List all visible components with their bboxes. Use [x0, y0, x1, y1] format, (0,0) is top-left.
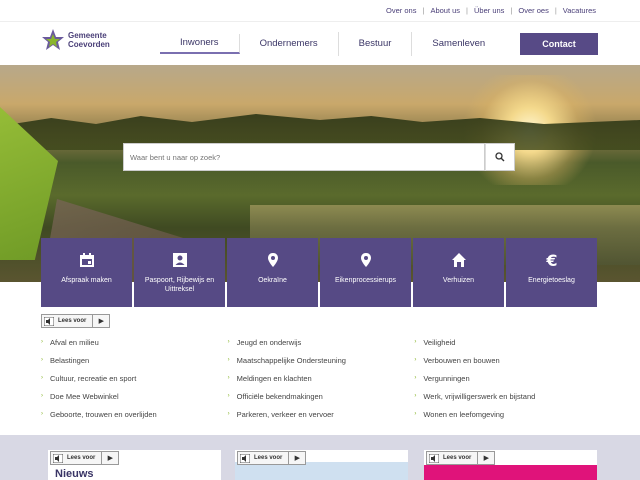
- play-icon[interactable]: ▶: [478, 454, 494, 462]
- lees-voor-label: Lees voor: [441, 452, 479, 464]
- chevron-right-icon: ›: [41, 375, 43, 381]
- tile-label: Paspoort, Rijbewijs en Uittreksel: [144, 277, 215, 293]
- location-pin-icon: [267, 253, 278, 267]
- link-uber-uns[interactable]: Über uns: [474, 6, 504, 15]
- nav-samenleven[interactable]: Samenleven: [412, 32, 505, 56]
- logo-star-icon: [42, 29, 64, 50]
- link-over-oes[interactable]: Over oes: [518, 6, 548, 15]
- link-over-ons[interactable]: Over ons: [386, 6, 416, 15]
- chevron-right-icon: ›: [414, 375, 417, 381]
- chevron-right-icon: ›: [41, 393, 43, 399]
- home-icon: [451, 253, 466, 267]
- chevron-right-icon: ›: [414, 393, 417, 399]
- chevron-right-icon: ›: [227, 375, 230, 381]
- news-card[interactable]: Lees voor ▶ Nieuws: [48, 450, 221, 480]
- chevron-right-icon: ›: [41, 411, 43, 417]
- tile-label: Oekraïne: [258, 277, 287, 284]
- list-item[interactable]: › Geboorte, trouwen en overlijden: [41, 405, 228, 423]
- chevron-right-icon: ›: [414, 339, 417, 345]
- link-about-us[interactable]: About us: [430, 6, 460, 15]
- list-item[interactable]: › Meldingen en klachten: [228, 369, 415, 387]
- tile-oekraine[interactable]: Oekraïne: [227, 238, 318, 307]
- list-item[interactable]: › Cultuur, recreatie en sport: [41, 369, 228, 387]
- svg-text:€: €: [545, 252, 557, 268]
- logo[interactable]: Gemeente Coevorden: [41, 28, 110, 52]
- list-item[interactable]: › Belastingen: [41, 351, 228, 369]
- speaker-icon: [238, 452, 252, 464]
- search-input[interactable]: [123, 143, 485, 171]
- chevron-right-icon: ›: [41, 339, 43, 345]
- list-item[interactable]: › Officiële bekendmakingen: [228, 387, 415, 405]
- nav-ondernemers[interactable]: Ondernemers: [240, 31, 339, 56]
- content-card[interactable]: Lees voor ▶: [424, 450, 597, 480]
- topic-links: › Afval en milieu › Belastingen › Cultuur, …: [41, 333, 601, 423]
- list-item[interactable]: › Parkeren, verkeer en vervoer: [228, 405, 415, 423]
- nav-bestuur[interactable]: Bestuur: [339, 31, 413, 56]
- links-column-1: › Afval en milieu › Belastingen › Cultuur, …: [41, 333, 228, 423]
- quick-tiles: Afspraak maken Paspoort, Rijbewijs en Ui…: [41, 238, 597, 307]
- list-item[interactable]: › Werk, vrijwilligerswerk en bijstand: [414, 387, 601, 405]
- list-item[interactable]: › Doe Mee Webwinkel: [41, 387, 228, 405]
- lees-voor-widget[interactable]: Lees voor ▶: [237, 451, 307, 465]
- chevron-right-icon: ›: [227, 357, 230, 363]
- list-item[interactable]: › Verbouwen en bouwen: [414, 351, 601, 369]
- lees-voor-label: Lees voor: [65, 452, 103, 464]
- speaker-icon: [51, 452, 65, 464]
- play-icon[interactable]: ▶: [289, 454, 305, 462]
- lees-voor-label: Lees voor: [56, 315, 94, 327]
- tile-afspraak[interactable]: Afspraak maken: [41, 238, 132, 307]
- list-item[interactable]: › Vergunningen: [414, 369, 601, 387]
- top-utility-bar: Over ons | About us | Über uns | Over oes | …: [0, 0, 640, 22]
- lees-voor-widget[interactable]: Lees voor ▶: [41, 314, 111, 328]
- contact-button[interactable]: Contact: [520, 33, 598, 55]
- chevron-right-icon: ›: [414, 357, 417, 363]
- tile-label: Afspraak maken: [61, 277, 112, 284]
- chevron-right-icon: ›: [227, 393, 230, 399]
- tile-label: Verhuizen: [442, 277, 475, 284]
- chevron-right-icon: ›: [227, 411, 230, 417]
- main-nav: Inwoners Ondernemers Bestuur Samenleven: [160, 22, 505, 65]
- content-card[interactable]: Lees voor ▶: [235, 450, 408, 480]
- chevron-right-icon: ›: [414, 411, 417, 417]
- nav-inwoners[interactable]: Inwoners: [160, 33, 240, 54]
- link-vacatures[interactable]: Vacatures: [563, 6, 596, 15]
- search-bar: [123, 143, 515, 171]
- tile-eikenprocessierups[interactable]: Eikenprocessierups: [320, 238, 411, 307]
- tile-energietoeslag[interactable]: € Energietoeslag: [506, 238, 597, 307]
- id-card-icon: [172, 253, 187, 267]
- chevron-right-icon: ›: [227, 339, 230, 345]
- search-icon: [495, 152, 505, 162]
- list-item[interactable]: › Veiligheid: [414, 333, 601, 351]
- list-item[interactable]: › Maatschappelijke Ondersteuning: [228, 351, 415, 369]
- search-button[interactable]: [485, 143, 515, 171]
- euro-icon: €: [545, 252, 557, 268]
- tile-label: Energietoeslag: [528, 277, 575, 284]
- links-column-3: › Veiligheid › Verbouwen en bouwen › Vergun…: [414, 333, 601, 423]
- calendar-icon: [79, 253, 94, 267]
- list-item[interactable]: › Afval en milieu: [41, 333, 228, 351]
- links-column-2: › Jeugd en onderwijs › Maatschappelijke On…: [228, 333, 415, 423]
- tile-verhuizen[interactable]: Verhuizen: [413, 238, 504, 307]
- play-icon[interactable]: ▶: [102, 454, 118, 462]
- tile-label: Eikenprocessierups: [334, 277, 397, 284]
- location-pin-icon: [360, 253, 371, 267]
- lees-voor-label: Lees voor: [252, 452, 290, 464]
- logo-line2: Coevorden: [68, 40, 110, 49]
- lees-voor-widget[interactable]: Lees voor ▶: [426, 451, 496, 465]
- lees-voor-widget[interactable]: Lees voor ▶: [50, 451, 120, 465]
- list-item[interactable]: › Wonen en leefomgeving: [414, 405, 601, 423]
- play-icon[interactable]: ▶: [93, 317, 109, 325]
- main-header: Gemeente Coevorden Inwoners Ondernemers …: [0, 22, 640, 65]
- tile-paspoort[interactable]: Paspoort, Rijbewijs en Uittreksel: [134, 238, 225, 307]
- list-item[interactable]: › Jeugd en onderwijs: [228, 333, 415, 351]
- speaker-icon: [42, 315, 56, 327]
- logo-line1: Gemeente: [68, 31, 107, 40]
- chevron-right-icon: ›: [41, 357, 43, 363]
- speaker-icon: [427, 452, 441, 464]
- news-title: Nieuws: [55, 468, 94, 480]
